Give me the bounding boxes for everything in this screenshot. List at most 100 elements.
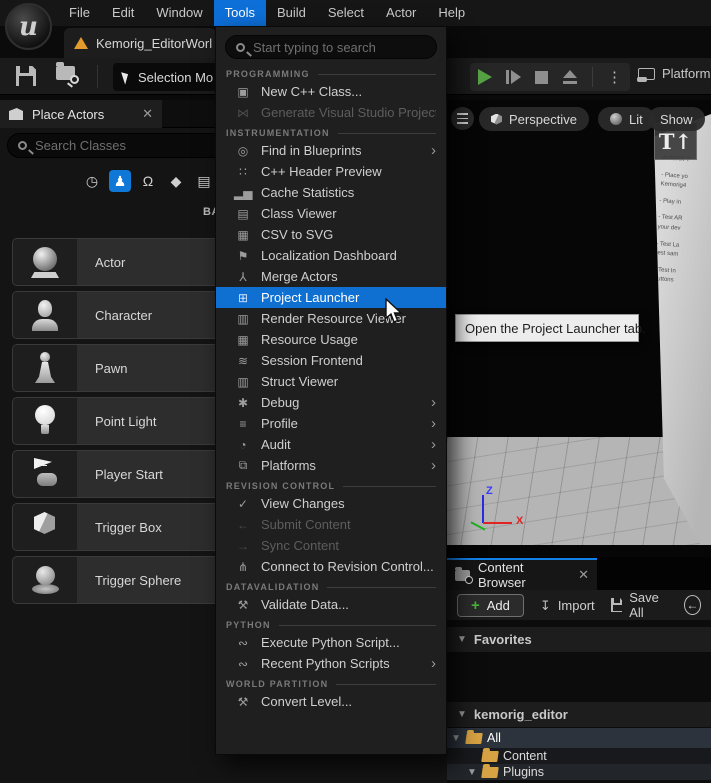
frame-skip-button[interactable] <box>506 70 521 84</box>
new-c-class-icon: ▣ <box>234 85 252 99</box>
browse-content-button[interactable] <box>56 66 75 85</box>
level-tab[interactable]: Kemorig_EditorWorl <box>64 28 216 58</box>
debug-icon: ✱ <box>234 396 252 410</box>
menu-item-session-frontend[interactable]: ≋Session Frontend <box>216 350 446 371</box>
trigger-box-icon <box>13 504 77 550</box>
sphere-shape <box>28 245 62 279</box>
perspective-dropdown[interactable]: Perspective <box>479 107 589 131</box>
menu-search-box[interactable] <box>225 35 437 59</box>
save-all-button[interactable]: Save All <box>611 590 668 620</box>
convert-level-icon: ⚒ <box>234 695 252 709</box>
menu-item-platforms[interactable]: ⧉Platforms› <box>216 455 446 476</box>
save-button[interactable] <box>16 66 36 91</box>
menu-item-label: Project Launcher <box>261 290 436 305</box>
menu-item-convert-level[interactable]: ⚒Convert Level... <box>216 691 446 712</box>
category-lights-icon[interactable]: Ω <box>137 170 159 192</box>
menu-edit[interactable]: Edit <box>101 0 145 26</box>
menu-item-label: Recent Python Scripts <box>261 656 431 671</box>
unreal-editor-window: FileEditWindowToolsBuildSelectActorHelp … <box>0 0 711 783</box>
menu-file[interactable]: File <box>58 0 101 26</box>
resource-usage-icon: ▦ <box>234 333 252 347</box>
lit-label: Lit <box>629 112 643 127</box>
localization-dashboard-icon: ⚑ <box>234 249 252 263</box>
validate-data-icon: ⚒ <box>234 598 252 612</box>
play-options-menu[interactable]: ⋮ <box>607 68 622 86</box>
submit-content-icon: ← <box>234 518 252 532</box>
x-axis-line <box>483 522 512 524</box>
viewport-menu-button[interactable] <box>451 107 474 130</box>
menu-help[interactable]: Help <box>427 0 476 26</box>
menu-build[interactable]: Build <box>266 0 317 26</box>
tree-item-all[interactable]: ▼All <box>447 728 711 748</box>
tree-item-plugins[interactable]: ▼Plugins <box>447 764 711 780</box>
folder-search-icon <box>56 66 75 80</box>
menu-item-class-viewer[interactable]: ▤Class Viewer <box>216 203 446 224</box>
level-viewport[interactable]: AVATAR T- Place yoKemorig4- Play in- Tes… <box>447 100 711 557</box>
lit-dropdown[interactable]: Lit <box>598 107 655 131</box>
menu-search-input[interactable] <box>253 40 426 55</box>
close-panel-button[interactable]: ✕ <box>142 106 153 122</box>
close-content-browser-button[interactable]: ✕ <box>578 567 589 583</box>
menu-item-render-resource-viewer[interactable]: ▥Render Resource Viewer <box>216 308 446 329</box>
menu-item-recent-python-scripts[interactable]: ∾Recent Python Scripts› <box>216 653 446 674</box>
content-browser-tab[interactable]: Content Browser ✕ <box>447 558 597 590</box>
category-recently-placed-icon[interactable]: ◷ <box>81 170 103 192</box>
point-light-icon <box>13 398 77 444</box>
category-shapes-icon[interactable]: ◆ <box>165 170 187 192</box>
eject-button[interactable] <box>562 70 578 84</box>
menu-section-label: REVISION CONTROL <box>226 481 335 491</box>
search-icon <box>236 43 245 52</box>
menu-item-c-header-preview[interactable]: ∷C++ Header Preview <box>216 161 446 182</box>
menu-section-divider <box>336 684 436 685</box>
menu-item-struct-viewer[interactable]: ▥Struct Viewer <box>216 371 446 392</box>
menu-item-label: Debug <box>261 395 431 410</box>
merge-actors-icon: ⅄ <box>234 270 252 284</box>
menu-actor[interactable]: Actor <box>375 0 427 26</box>
menu-item-view-changes[interactable]: ✓View Changes <box>216 493 446 514</box>
play-button[interactable] <box>478 69 492 85</box>
content-browser-toolbar: + Add ↧ Import Save All ← <box>447 590 711 620</box>
stop-button[interactable] <box>535 71 548 84</box>
menu-item-localization-dashboard[interactable]: ⚑Localization Dashboard <box>216 245 446 266</box>
platforms-dropdown[interactable]: Platform <box>638 66 710 81</box>
menu-item-project-launcher[interactable]: ⊞Project Launcher <box>216 287 446 308</box>
menu-item-find-in-blueprints[interactable]: ◎Find in Blueprints› <box>216 140 446 161</box>
chevron-down-icon[interactable]: ▼ <box>467 767 477 778</box>
import-button[interactable]: ↧ Import <box>540 598 595 613</box>
menu-section-world-partition: WORLD PARTITION <box>216 674 446 691</box>
folder-icon <box>481 751 499 762</box>
menu-item-debug[interactable]: ✱Debug› <box>216 392 446 413</box>
menu-item-connect-to-revision-control[interactable]: ⋔Connect to Revision Control... <box>216 556 446 577</box>
category-basic-icon[interactable]: ♟ <box>109 170 131 192</box>
menu-item-audit[interactable]: ◔Audit› <box>216 434 446 455</box>
menu-item-execute-python-script[interactable]: ∾Execute Python Script... <box>216 632 446 653</box>
menu-item-csv-to-svg[interactable]: ▦CSV to SVG <box>216 224 446 245</box>
placeable-label: Character <box>77 308 152 323</box>
place-actors-tab[interactable]: Place Actors ✕ <box>0 100 162 128</box>
content-browser-panel: Content Browser ✕ + Add ↧ Import Save Al… <box>447 557 711 783</box>
menu-item-profile[interactable]: ≡Profile› <box>216 413 446 434</box>
menu-item-new-c-class[interactable]: ▣New C++ Class... <box>216 81 446 102</box>
folder-icon <box>465 733 483 744</box>
actor-icon <box>13 239 77 285</box>
menu-item-merge-actors[interactable]: ⅄ Merge Actors <box>216 266 446 287</box>
chevron-down-icon[interactable]: ▼ <box>451 733 461 744</box>
menu-item-validate-data[interactable]: ⚒Validate Data... <box>216 594 446 615</box>
menu-window[interactable]: Window <box>145 0 213 26</box>
project-section[interactable]: ▼ kemorig_editor <box>447 702 711 727</box>
favorites-section[interactable]: ▼ Favorites <box>447 627 711 652</box>
menu-item-label: Merge Actors <box>261 269 436 284</box>
menu-item-cache-statistics[interactable]: ▂▅Cache Statistics <box>216 182 446 203</box>
magnifier-icon <box>70 75 79 84</box>
add-button[interactable]: + Add <box>457 594 524 617</box>
show-dropdown[interactable]: Show <box>648 107 705 131</box>
menu-select[interactable]: Select <box>317 0 375 26</box>
menu-item-label: Generate Visual Studio Project <box>261 105 436 120</box>
save-icon <box>16 66 36 86</box>
menu-item-resource-usage[interactable]: ▦Resource Usage <box>216 329 446 350</box>
menu-tools[interactable]: Tools <box>214 0 266 26</box>
back-button[interactable]: ← <box>684 595 701 615</box>
menu-item-submit-content: ←Submit Content <box>216 514 446 535</box>
tree-item-content[interactable]: Content <box>447 748 711 764</box>
category-cinematic-icon[interactable]: ▤ <box>193 170 215 192</box>
